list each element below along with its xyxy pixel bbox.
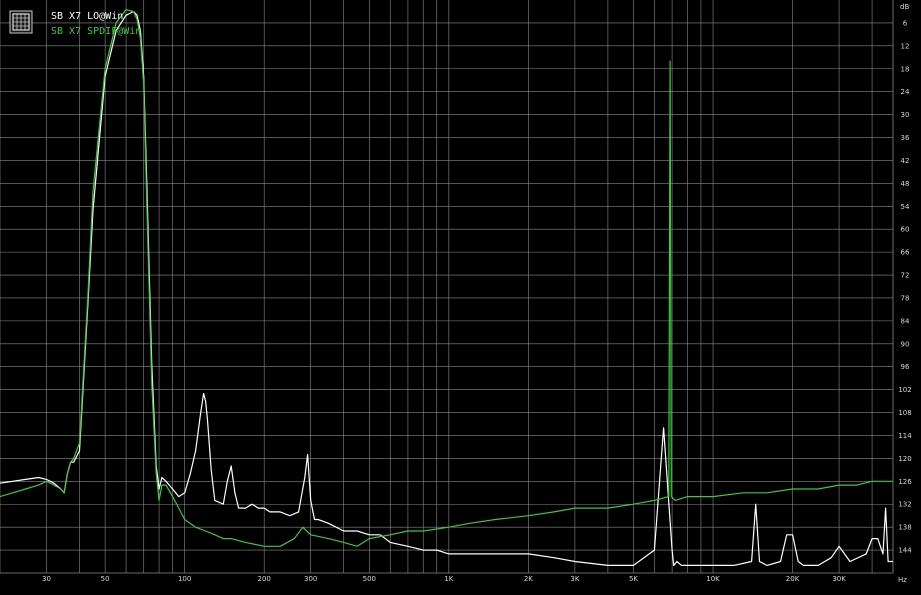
y-tick-label: 126 <box>898 478 912 486</box>
y-tick-label: 138 <box>898 524 911 532</box>
grid-icon[interactable] <box>9 10 33 34</box>
x-tick-label: 100 <box>178 575 191 583</box>
legend-entry-lo: SB X7 LO@Win <box>51 11 123 22</box>
x-unit-label: Hz <box>898 576 907 584</box>
y-tick-label: 42 <box>901 157 910 165</box>
y-tick-label: 96 <box>901 363 910 371</box>
y-tick-label: 66 <box>901 249 910 257</box>
y-tick-label: 120 <box>898 455 911 463</box>
y-tick-label: 6 <box>903 19 908 27</box>
x-tick-label: 3K <box>570 575 579 583</box>
y-tick-label: 60 <box>901 226 910 234</box>
chart-background <box>0 0 921 591</box>
y-tick-label: 18 <box>901 65 910 73</box>
x-tick-label: 2K <box>524 575 533 583</box>
x-tick-label: 10K <box>706 575 720 583</box>
x-tick-label: 30 <box>42 575 51 583</box>
spectrum-chart: 6 12 18 24 30 36 42 48 54 60 66 72 78 84 90 96 102 108 114… <box>0 0 921 591</box>
x-tick-label: 1K <box>444 575 453 583</box>
x-tick-label: 200 <box>257 575 270 583</box>
y-unit-label: dB <box>900 3 909 11</box>
y-tick-label: 30 <box>901 111 910 119</box>
y-tick-label: 78 <box>901 294 910 302</box>
legend-entry-spdif: SB X7 SPDIF@Win <box>51 26 141 37</box>
y-tick-label: 54 <box>901 203 910 211</box>
y-tick-label: 144 <box>898 547 912 555</box>
y-tick-label: 108 <box>898 409 911 417</box>
y-tick-label: 90 <box>901 340 910 348</box>
y-tick-label: 36 <box>901 134 910 142</box>
chart-svg: 6 12 18 24 30 36 42 48 54 60 66 72 78 84 90 96 102 108 114… <box>0 0 921 591</box>
y-tick-label: 102 <box>898 386 911 394</box>
x-tick-label: 300 <box>304 575 317 583</box>
y-tick-label: 24 <box>901 88 910 96</box>
x-tick-label: 50 <box>101 575 110 583</box>
y-tick-label: 48 <box>901 180 910 188</box>
x-tick-label: 30K <box>832 575 846 583</box>
x-tick-label: 5K <box>629 575 638 583</box>
y-tick-label: 72 <box>901 272 910 280</box>
y-tick-label: 84 <box>901 317 910 325</box>
y-tick-label: 114 <box>898 432 912 440</box>
y-tick-label: 132 <box>898 501 911 509</box>
x-tick-label: 20K <box>786 575 800 583</box>
x-tick-label: 500 <box>363 575 376 583</box>
y-tick-label: 12 <box>901 42 910 50</box>
